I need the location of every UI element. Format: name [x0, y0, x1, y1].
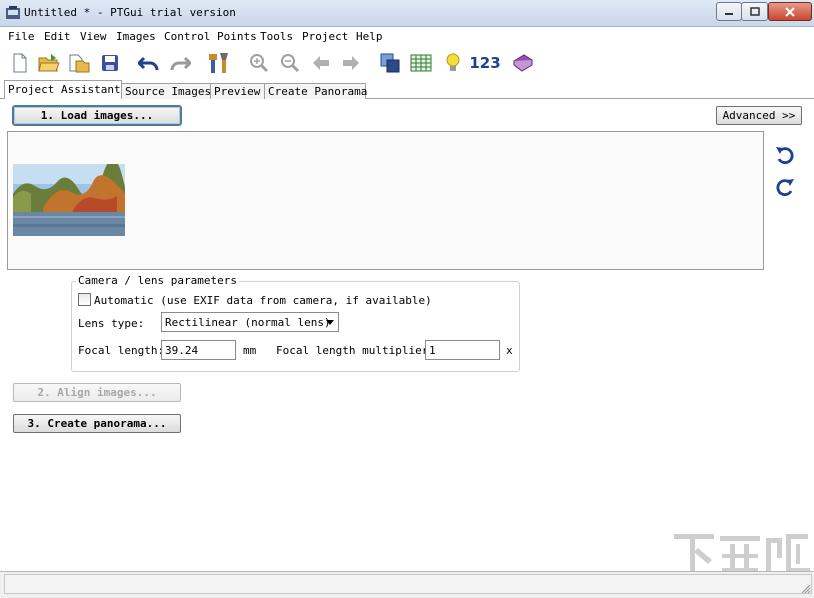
focal-length-input[interactable]: 39.24 — [161, 340, 236, 360]
zoom-out-icon[interactable] — [278, 51, 302, 75]
undo-icon[interactable] — [137, 51, 161, 75]
menu-bar: File Edit View Images Control Points Too… — [0, 27, 814, 46]
tab-source-images[interactable]: Source Images — [121, 83, 211, 99]
rotate-right-icon[interactable] — [775, 177, 795, 197]
tab-bar: Project Assistant Source Images Preview … — [0, 80, 814, 99]
chevron-down-icon — [326, 320, 334, 325]
menu-project[interactable]: Project — [302, 30, 348, 43]
multiplier-unit-label: x — [506, 344, 513, 357]
resize-grip-icon[interactable] — [800, 583, 811, 594]
back-arrow-icon[interactable] — [309, 51, 333, 75]
lens-type-label: Lens type: — [78, 317, 145, 330]
menu-images[interactable]: Images — [116, 30, 156, 43]
table-icon[interactable] — [409, 51, 433, 75]
zoom-in-icon[interactable] — [247, 51, 271, 75]
lightbulb-icon[interactable] — [441, 51, 465, 75]
window-title: Untitled * - PTGui trial version — [24, 6, 236, 19]
focal-unit-label: mm — [243, 344, 257, 357]
multiplier-input[interactable]: 1 — [425, 340, 500, 360]
tab-create-panorama[interactable]: Create Panorama — [264, 83, 367, 99]
toolbar: 123 — [0, 47, 814, 80]
menu-control-points[interactable]: Control Points — [164, 30, 257, 43]
open-recent-icon[interactable] — [67, 51, 91, 75]
menu-edit[interactable]: Edit — [44, 30, 71, 43]
maximize-icon — [749, 7, 760, 16]
camera-lens-legend: Camera / lens parameters — [76, 274, 239, 287]
tab-project-assistant[interactable]: Project Assistant — [4, 80, 122, 99]
minimize-button[interactable] — [716, 2, 742, 21]
status-panel — [4, 574, 812, 594]
focal-length-label: Focal length: — [78, 344, 165, 357]
menu-view[interactable]: View — [80, 30, 107, 43]
automatic-exif-checkbox[interactable] — [78, 293, 91, 306]
advanced-button[interactable]: Advanced >> — [716, 106, 802, 125]
save-icon[interactable] — [98, 51, 122, 75]
open-folder-icon[interactable] — [37, 51, 61, 75]
menu-file[interactable]: File — [8, 30, 35, 43]
close-icon — [785, 6, 795, 17]
automatic-exif-label: Automatic (use EXIF data from camera, if… — [94, 294, 432, 307]
new-document-icon[interactable] — [8, 51, 32, 75]
app-icon — [6, 6, 20, 19]
close-button[interactable] — [768, 2, 812, 21]
create-panorama-button[interactable]: 3. Create panorama... — [13, 414, 181, 433]
forward-arrow-icon[interactable] — [339, 51, 363, 75]
lens-type-value: Rectilinear (normal lens) — [165, 316, 331, 329]
menu-help[interactable]: Help — [356, 30, 383, 43]
tools-icon[interactable] — [207, 51, 231, 75]
align-images-button[interactable]: 2. Align images... — [13, 383, 181, 402]
lens-type-select[interactable]: Rectilinear (normal lens) — [161, 312, 339, 332]
layers-icon[interactable] — [378, 51, 402, 75]
help-book-icon[interactable] — [511, 51, 535, 75]
load-images-button[interactable]: 1. Load images... — [12, 105, 182, 126]
minimize-icon — [725, 12, 733, 15]
maximize-button[interactable] — [741, 2, 768, 21]
redo-icon[interactable] — [168, 51, 192, 75]
image-thumbnail[interactable] — [13, 164, 125, 236]
numbers-icon[interactable]: 123 — [469, 51, 500, 75]
rotate-left-icon[interactable] — [775, 145, 795, 165]
tab-preview[interactable]: Preview — [210, 83, 268, 99]
multiplier-label: Focal length multiplier: — [276, 344, 435, 357]
menu-tools[interactable]: Tools — [260, 30, 293, 43]
